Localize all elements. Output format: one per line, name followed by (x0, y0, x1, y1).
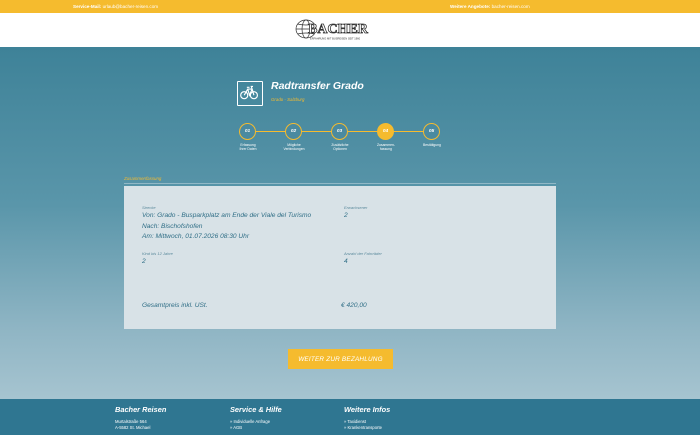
step-2: 02 (285, 123, 302, 140)
children-label: Kind bis 12 Jahre (142, 251, 173, 256)
summary-divider (124, 183, 556, 184)
step-5: 05 (423, 123, 440, 140)
route-label: Strecke (142, 205, 156, 210)
footer-info-heading: Weitere Infos (344, 405, 391, 414)
adults-value: 2 (344, 212, 348, 219)
product-subtitle: Grado - Salzburg (271, 97, 305, 102)
route-date: Am: Mittwoch, 01.07.2026 08:30 Uhr (142, 233, 250, 240)
site-footer: Bacher Reisen Murtalstraße 564 A-5582 St… (0, 399, 700, 435)
route-from: Von: Grado - Busparkplatz am Ende der Vi… (142, 212, 312, 219)
footer-link-agb[interactable]: » AGB (230, 425, 282, 431)
logo-tagline: ERFAHRUNG MIT BUSREISEN SEIT 1960 (310, 37, 361, 41)
bikes-label: Anzahl der Fahrräder (344, 251, 382, 256)
step-2-label: Mögliche Verbindungen (283, 143, 305, 152)
more-offers: Weitere Angebote: bacher-reisen.com (450, 0, 530, 13)
children-value: 2 (142, 258, 146, 265)
step-4-label: Zusammen-fassung (376, 143, 396, 152)
step-number: 02 (290, 129, 297, 134)
continue-to-payment-button[interactable]: WEITER ZUR BEZAHLUNG (288, 349, 393, 369)
step-number: 03 (336, 129, 343, 134)
service-email-link[interactable]: urlaub@bacher-reisen.com (103, 4, 158, 9)
bikes-value: 4 (344, 258, 348, 265)
product-title: Radtransfer Grado (271, 80, 364, 92)
service-mail: Service-Mail: urlaub@bacher-reisen.com (73, 0, 158, 13)
step-3-label: Zusätzliche Optionen (331, 143, 349, 152)
footer-service-heading: Service & Hilfe (230, 405, 282, 414)
step-4-active: 04 (377, 123, 394, 140)
adults-label: Erwachsener (344, 205, 368, 210)
logo-text: BACHER (308, 22, 369, 37)
total-label: Gesamtpreis inkl. USt. (142, 302, 208, 309)
footer-service: Service & Hilfe » Individuelle Anfrage »… (230, 405, 282, 431)
step-number: 05 (428, 129, 435, 134)
step-1: 01 (239, 123, 256, 140)
service-mail-label: Service-Mail: (73, 4, 102, 9)
route-to: Nach: Bischofshofen (142, 222, 203, 230)
site-header: BACHER ERFAHRUNG MIT BUSREISEN SEIT 1960 (0, 13, 700, 47)
more-offers-link[interactable]: bacher-reisen.com (492, 4, 530, 9)
bicycle-icon (237, 81, 263, 106)
total-value: € 420,00 (341, 302, 367, 309)
step-1-label: Erfassung Ihrer Daten (239, 143, 257, 152)
step-3: 03 (331, 123, 348, 140)
step-number: 01 (244, 129, 251, 134)
summary-heading: Zusammenfassung (124, 176, 162, 181)
footer-address-city: A-5582 St. Michael (115, 425, 151, 430)
footer-company-heading: Bacher Reisen (115, 405, 167, 414)
step-number: 04 (382, 129, 389, 134)
footer-company: Bacher Reisen Murtalstraße 564 A-5582 St… (115, 405, 166, 431)
summary-card: Strecke Von: Grado - Busparkplatz am End… (124, 186, 556, 329)
more-offers-label: Weitere Angebote: (450, 4, 491, 9)
step-5-label: Bestätigung (423, 143, 441, 147)
bacher-logo[interactable]: BACHER ERFAHRUNG MIT BUSREISEN SEIT 1960 (294, 18, 388, 44)
footer-link-ambulance[interactable]: » Krankentransporte (344, 425, 390, 431)
top-bar: Service-Mail: urlaub@bacher-reisen.com W… (0, 0, 700, 13)
footer-info: Weitere Infos » Taxidienst » Krankentran… (344, 405, 390, 431)
